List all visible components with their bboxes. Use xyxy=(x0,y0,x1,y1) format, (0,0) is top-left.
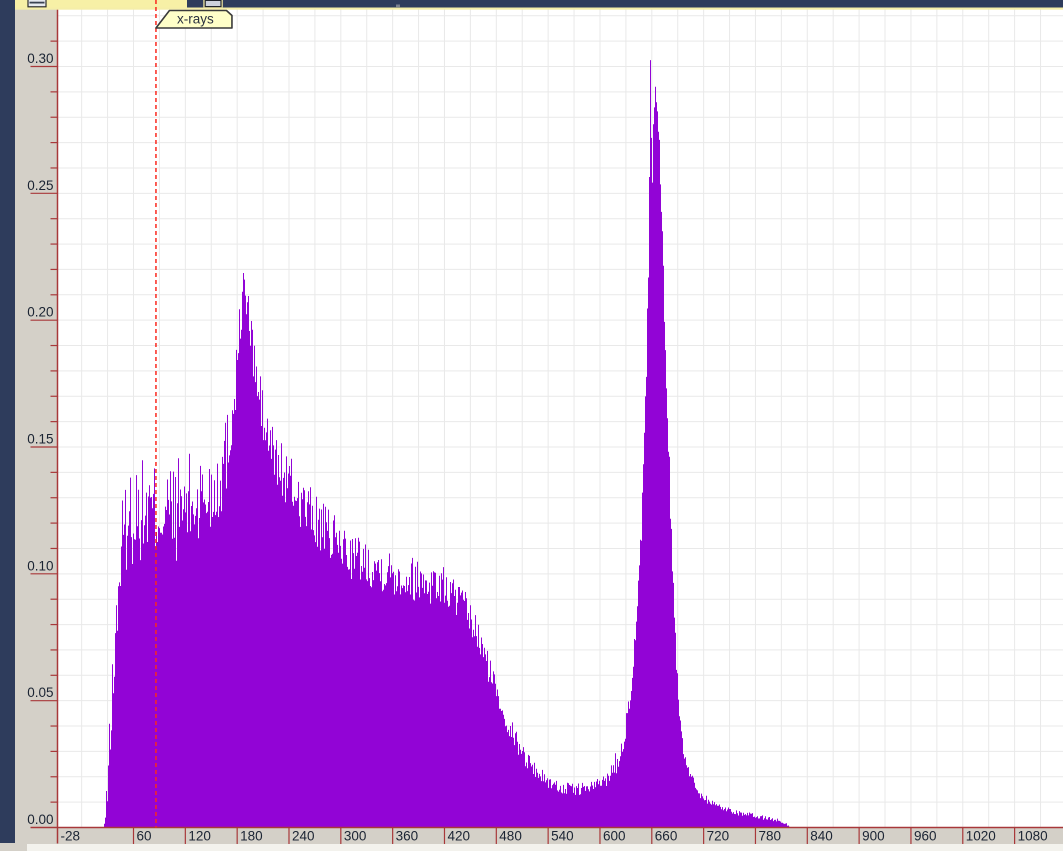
x-tick-label: 420 xyxy=(447,829,470,844)
y-tick-label: 0.20 xyxy=(27,305,53,320)
x-tick-label: 480 xyxy=(499,829,522,844)
xrays-callout-label: x-rays xyxy=(177,12,214,27)
x-tick-label: 120 xyxy=(188,829,211,844)
x-axis-start-label: -28 xyxy=(61,829,81,844)
x-tick-label: 1020 xyxy=(966,829,996,844)
x-tick-label: 660 xyxy=(655,829,678,844)
y-tick-label: 0.15 xyxy=(27,431,53,446)
toolbar-underline xyxy=(15,8,1063,10)
x-tick-label: 840 xyxy=(810,829,833,844)
left-edge-strip xyxy=(0,0,15,843)
spectrum-window: 0.30 0.25 0.20 0.15 0.10 0.05 0.00 60 120 180 240 3… xyxy=(0,0,1063,851)
x-tick-label: 540 xyxy=(551,829,574,844)
y-tick-label: 0.00 xyxy=(27,812,53,827)
y-tick-label: 0.10 xyxy=(27,558,53,573)
x-tick-label: 60 xyxy=(137,829,152,844)
spectrum-chart: 0.30 0.25 0.20 0.15 0.10 0.05 0.00 60 120 180 240 3… xyxy=(0,0,1063,851)
x-tick-label: 720 xyxy=(707,829,730,844)
x-tick-label: 960 xyxy=(914,829,937,844)
bottom-corner-block xyxy=(0,843,27,851)
y-tick-label: 0.05 xyxy=(27,685,53,700)
xrays-callout[interactable]: x-rays xyxy=(156,11,232,29)
titlebar-dot-icon xyxy=(396,5,400,8)
x-tick-label: 600 xyxy=(603,829,626,844)
x-tick-label: 360 xyxy=(396,829,419,844)
y-tick-label: 0.30 xyxy=(27,51,53,66)
x-tick-label: 300 xyxy=(344,829,367,844)
titlebar-fragment xyxy=(187,0,1063,8)
bottom-scroll-strip[interactable] xyxy=(27,844,1063,851)
x-tick-label: 900 xyxy=(862,829,885,844)
x-tick-label: 780 xyxy=(758,829,781,844)
titlebar-window-icon[interactable] xyxy=(205,0,221,6)
x-tick-label: 1080 xyxy=(1018,829,1048,844)
x-tick-label: 180 xyxy=(240,829,263,844)
x-tick-label: 240 xyxy=(292,829,315,844)
y-tick-label: 0.25 xyxy=(27,178,53,193)
